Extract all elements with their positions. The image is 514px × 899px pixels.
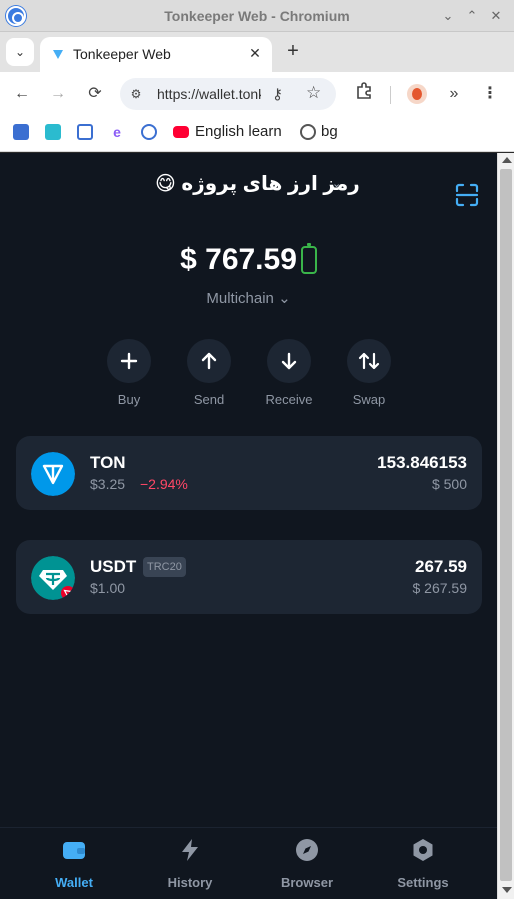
globe-icon[interactable]: [300, 124, 316, 140]
asset-name: USDT: [90, 557, 137, 576]
chain-selector[interactable]: Multichain ⌄: [0, 289, 497, 307]
menu-button[interactable]: ⋮: [478, 82, 502, 106]
bookmark-info-icon[interactable]: [45, 124, 61, 140]
youtube-icon[interactable]: [173, 126, 189, 138]
gear-icon: [413, 839, 433, 861]
tab-search-button[interactable]: ⌄: [6, 38, 34, 66]
nav-wallet-label: Wallet: [55, 875, 93, 890]
key-icon[interactable]: ⚷: [272, 85, 283, 103]
plus-icon: [107, 339, 151, 383]
browser-toolbar: ← → ⟳ ⚙ https://wallet.tonkeeper.com ⚷ ☆…: [0, 72, 514, 116]
bottom-nav: Wallet History Browser Settings: [0, 827, 497, 899]
lightning-icon: [182, 839, 198, 861]
extensions-puzzle-icon[interactable]: [352, 82, 376, 106]
arrow-up-icon: [187, 339, 231, 383]
wallet-header: 😋 رمز ارز های پروژه ⌄: [0, 167, 497, 207]
nav-history[interactable]: History: [150, 838, 230, 890]
send-button[interactable]: Send: [174, 339, 244, 407]
asset-fiat-value: $ 267.59: [412, 580, 468, 596]
profile-avatar[interactable]: [407, 84, 427, 104]
receive-label: Receive: [265, 392, 313, 407]
bookmark-bg[interactable]: bg: [321, 123, 338, 140]
site-info-icon[interactable]: ⚙: [128, 86, 144, 102]
bookmark-shield-icon[interactable]: [77, 124, 93, 140]
swap-label: Swap: [352, 392, 386, 407]
swap-button[interactable]: Swap: [334, 339, 404, 407]
chevron-down-icon: ⌄: [278, 290, 291, 307]
nav-settings-label: Settings: [397, 875, 449, 890]
send-label: Send: [193, 392, 225, 407]
nav-browser[interactable]: Browser: [267, 838, 347, 890]
asset-price: $3.25: [90, 476, 126, 492]
nav-browser-label: Browser: [280, 875, 334, 890]
nav-settings[interactable]: Settings: [383, 838, 463, 890]
asset-row-ton[interactable]: TON $3.25 −2.94% 153.846153 $ 500: [16, 436, 482, 510]
nav-wallet[interactable]: Wallet: [34, 838, 114, 890]
buy-label: Buy: [117, 392, 141, 407]
nav-history-label: History: [167, 875, 213, 890]
asset-row-usdt[interactable]: USDT TRC20 $1.00 267.59 $ 267.59: [16, 540, 482, 614]
asset-name: TON: [90, 453, 126, 472]
tonkeeper-app: 😋 رمز ارز های پروژه ⌄ $ 767.59 Multichai…: [0, 153, 497, 899]
arrow-down-icon: [267, 339, 311, 383]
window-titlebar: Tonkeeper Web - Chromium ⌄ ⌃ ✕: [0, 0, 514, 32]
scroll-thumb[interactable]: [500, 169, 512, 881]
balance-block: $ 767.59: [0, 243, 497, 277]
asset-amount: 267.59: [415, 557, 467, 576]
reload-button[interactable]: ⟳: [83, 82, 107, 106]
asset-amount: 153.846153: [377, 453, 467, 472]
new-tab-button[interactable]: +: [282, 40, 304, 62]
swap-icon: [347, 339, 391, 383]
window-title: Tonkeeper Web - Chromium: [164, 7, 350, 24]
buy-button[interactable]: Buy: [94, 339, 164, 407]
network-tag: TRC20: [143, 557, 186, 577]
receive-button[interactable]: Receive: [254, 339, 324, 407]
bookmark-english-learn[interactable]: English learn: [195, 123, 282, 140]
compass-icon: [296, 839, 318, 861]
maximize-button[interactable]: ⌃: [462, 6, 482, 26]
tab-tonkeeper[interactable]: Tonkeeper Web ✕: [40, 37, 272, 72]
bookmarks-bar: e English learn bg: [0, 116, 514, 152]
chevron-down-icon[interactable]: ⌄: [332, 177, 341, 190]
chain-label: Multichain: [206, 290, 274, 307]
overflow-button[interactable]: »: [442, 82, 466, 106]
tonkeeper-favicon-icon: [53, 50, 63, 59]
usdt-logo-icon: [31, 556, 75, 600]
total-balance: $ 767.59: [180, 243, 297, 276]
back-button[interactable]: ←: [10, 82, 34, 106]
ton-logo-icon: [31, 452, 75, 496]
address-bar[interactable]: ⚙ https://wallet.tonkeeper.com ⚷ ☆: [120, 78, 336, 110]
page-scrollbar[interactable]: [497, 153, 514, 899]
tab-strip: ⌄ Tonkeeper Web ✕ +: [0, 32, 514, 72]
bookmark-circle-icon[interactable]: [141, 124, 157, 140]
scroll-up-arrow-icon[interactable]: [502, 157, 512, 163]
wallet-selector[interactable]: 😋 رمز ارز های پروژه: [155, 171, 360, 196]
bookmark-star-icon[interactable]: ☆: [306, 83, 321, 103]
bookmark-e-icon[interactable]: e: [109, 124, 125, 140]
minimize-button[interactable]: ⌄: [438, 6, 458, 26]
scan-qr-icon[interactable]: [455, 183, 479, 207]
scroll-down-arrow-icon[interactable]: [502, 887, 512, 893]
toolbar-divider: [390, 86, 391, 104]
asset-change: −2.94%: [140, 476, 188, 492]
wallet-icon: [63, 842, 85, 859]
url-text[interactable]: https://wallet.tonkeeper.com: [157, 86, 261, 102]
close-window-button[interactable]: ✕: [486, 6, 506, 26]
battery-icon[interactable]: [300, 243, 317, 274]
bookmark-arrow-icon[interactable]: [13, 124, 29, 140]
tab-title: Tonkeeper Web: [73, 46, 171, 62]
wallet-emoji: 😋: [155, 173, 176, 195]
forward-button[interactable]: →: [46, 82, 70, 106]
asset-fiat-value: $ 500: [431, 476, 467, 492]
action-row: Buy Send Receive Swap: [0, 339, 497, 409]
tab-close-icon[interactable]: ✕: [246, 44, 264, 62]
asset-price: $1.00: [90, 580, 126, 596]
